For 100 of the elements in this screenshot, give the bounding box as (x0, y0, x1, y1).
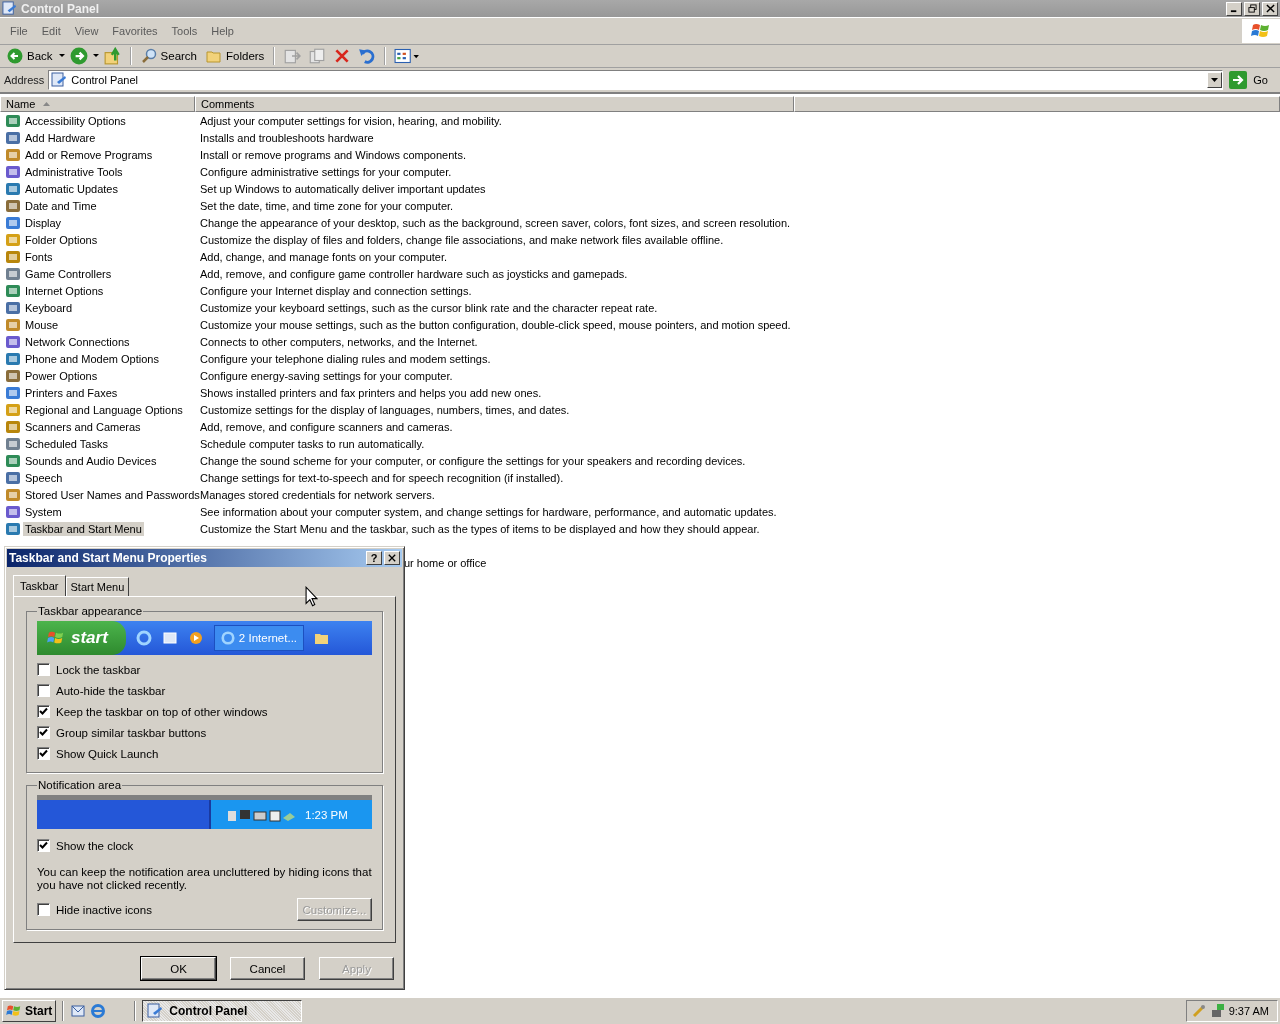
applet-name[interactable]: Internet Options (23, 283, 106, 298)
applet-name[interactable]: Scanners and Cameras (23, 419, 143, 434)
dialog-title: Taskbar and Start Menu Properties (9, 551, 208, 565)
applet-icon (5, 197, 21, 214)
browser-icon[interactable] (90, 1003, 107, 1019)
mail-icon[interactable] (70, 1003, 87, 1019)
network-icon[interactable] (1209, 1003, 1226, 1019)
dropdown-button[interactable] (1207, 72, 1223, 88)
applet-icon (5, 367, 21, 384)
checkbox-label: Show Quick Launch (56, 747, 159, 760)
applet-comment: Customize the Start Menu and the taskbar, such as the types of items to be displayed and how they should appear. (199, 522, 760, 535)
checkbox[interactable] (37, 903, 50, 916)
column-header[interactable] (794, 96, 1280, 112)
address-field[interactable]: Control Panel (48, 70, 1224, 90)
group-label: Notification area (37, 779, 123, 791)
tab[interactable]: Taskbar (13, 575, 66, 596)
applet-icon (5, 129, 21, 146)
applet-icon (5, 112, 21, 129)
checkbox[interactable] (37, 705, 50, 718)
back-icon (7, 48, 23, 64)
applet-name[interactable]: Power Options (23, 368, 100, 383)
dropdown-arrow-icon (1211, 78, 1219, 82)
applet-name[interactable]: Speech (23, 470, 65, 485)
applet-name[interactable]: Display (23, 215, 64, 230)
checkbox-label: Keep the taskbar on top of other windows (56, 705, 268, 718)
applet-comment: Configure your telephone dialing rules and modem settings. (199, 352, 491, 365)
applet-name[interactable]: Taskbar and Start Menu (23, 521, 144, 536)
applet-name[interactable]: Folder Options (23, 232, 100, 247)
forward-icon[interactable] (69, 47, 88, 65)
checkbox[interactable] (37, 684, 50, 697)
checkbox[interactable] (37, 726, 50, 739)
applet-name[interactable]: Fonts (23, 249, 55, 264)
go-button[interactable]: Go (1227, 71, 1276, 89)
help-button[interactable]: ? (366, 551, 382, 565)
checkbox[interactable] (37, 663, 50, 676)
applet-name[interactable]: Network Connections (23, 334, 132, 349)
applet-icon (5, 486, 21, 503)
applet-name[interactable]: Stored User Names and Passwords (23, 487, 202, 502)
applet-name[interactable]: Date and Time (23, 198, 99, 213)
applet-comment: Set up Windows to automatically deliver important updates (199, 182, 486, 195)
applet-comment: Shows installed printers and fax printers and helps you add new ones. (199, 386, 542, 399)
menu-item[interactable]: File (4, 25, 34, 37)
close-button[interactable] (1262, 1, 1278, 16)
applet-comment: See information about your computer system, and change settings for hardware, performance, and automatic updates. (199, 505, 777, 518)
back-button[interactable]: Back (4, 46, 56, 66)
checkbox-label: Lock the taskbar (56, 663, 141, 676)
applet-icon (5, 333, 21, 350)
applet-comment: Change the sound scheme for your computer, or configure the settings for your speakers and recording devices. (199, 454, 746, 467)
views-icon[interactable] (394, 47, 421, 65)
applet-comment: Add, remove, and configure scanners and cameras. (199, 420, 453, 433)
applet-name[interactable]: Keyboard (23, 300, 75, 315)
tab[interactable]: Start Menu (65, 577, 130, 596)
start-button[interactable]: Start (2, 1000, 57, 1022)
applet-name[interactable]: Phone and Modem Options (23, 351, 161, 366)
applet-name[interactable]: Scheduled Tasks (23, 436, 110, 451)
column-header[interactable]: Name (0, 96, 195, 112)
applet-icon (5, 316, 21, 333)
menu-item[interactable]: Favorites (106, 25, 164, 37)
applet-comment: Add, remove, and configure game controller hardware such as joysticks and gamepads. (199, 267, 628, 280)
applet-name[interactable]: Accessibility Options (23, 113, 128, 128)
applet-name[interactable]: Add or Remove Programs (23, 147, 155, 162)
dropdown-arrow-icon[interactable] (58, 54, 65, 58)
applet-comment: Add, change, and manage fonts on your computer. (199, 250, 448, 263)
applet-comment: Change settings for text-to-speech and for speech recognition (if installed). (199, 471, 564, 484)
column-header[interactable]: Comments (195, 96, 794, 112)
taskbar-button[interactable]: Control Panel (142, 1000, 303, 1022)
menu-item[interactable]: Edit (35, 25, 67, 37)
applet-icon (5, 401, 21, 418)
applet-name[interactable]: Game Controllers (23, 266, 114, 281)
applet-name[interactable]: Automatic Updates (23, 181, 120, 196)
applet-name[interactable]: Printers and Faxes (23, 385, 120, 400)
applet-comment: Adjust your computer settings for vision, hearing, and mobility. (199, 114, 502, 127)
dialog-button[interactable]: OK (141, 957, 216, 980)
media-player-icon (187, 630, 204, 646)
applet-name[interactable]: Add Hardware (23, 130, 98, 145)
menu-item[interactable]: Tools (165, 25, 204, 37)
mail-icon (161, 630, 178, 646)
applet-name[interactable]: Mouse (23, 317, 61, 332)
applet-name[interactable]: System (23, 504, 64, 519)
checkbox[interactable] (37, 747, 50, 760)
close-button[interactable] (384, 551, 400, 565)
dropdown-arrow-icon[interactable] (92, 54, 99, 58)
applet-comment: ur home or office (404, 556, 487, 569)
close-icon (388, 554, 396, 562)
checkbox[interactable] (37, 839, 50, 852)
folders-button[interactable]: Folders (203, 46, 268, 66)
dialog-button[interactable]: Cancel (230, 957, 305, 980)
control-panel-icon (2, 1, 17, 16)
applet-name[interactable]: Administrative Tools (23, 164, 125, 179)
menu-item[interactable]: Help (205, 25, 240, 37)
applet-name[interactable]: Sounds and Audio Devices (23, 453, 159, 468)
address-label: Address (4, 74, 45, 86)
minimize-button[interactable] (1226, 1, 1242, 16)
applet-name[interactable]: Regional and Language Options (23, 402, 185, 417)
search-button[interactable]: Search (137, 46, 200, 66)
applet-comment: Configure energy-saving settings for your computer. (199, 369, 453, 382)
undo-icon[interactable] (358, 47, 377, 65)
restore-button[interactable] (1244, 1, 1260, 16)
folder-icon (206, 48, 222, 64)
menu-item[interactable]: View (68, 25, 105, 37)
